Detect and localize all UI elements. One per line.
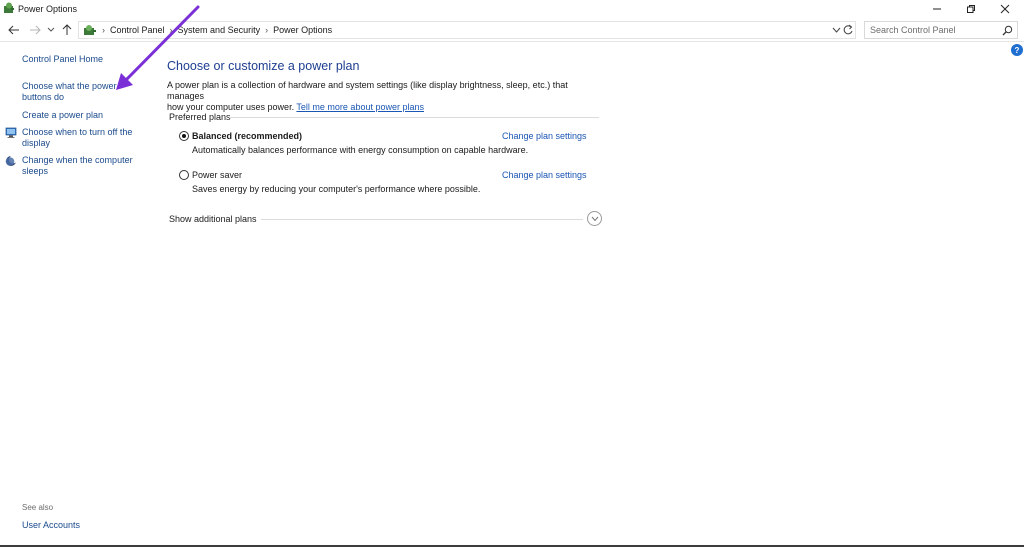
minimize-button[interactable]: [920, 0, 954, 17]
balanced-plan-description: Automatically balances performance with …: [192, 145, 529, 155]
up-button[interactable]: [60, 23, 74, 37]
nav-link-line: buttons do: [22, 92, 65, 102]
breadcrumb-power-options[interactable]: Power Options: [273, 25, 332, 35]
monitor-icon: [5, 127, 17, 138]
divider: [229, 117, 599, 118]
nav-link-line: display: [22, 138, 51, 148]
close-icon: [1000, 4, 1010, 13]
create-power-plan-link[interactable]: Create a power plan: [22, 110, 103, 121]
nav-link-line: Choose when to turn off the: [22, 127, 133, 137]
restore-icon: [967, 4, 975, 13]
search-box[interactable]: [864, 21, 1018, 39]
control-panel-icon: [84, 25, 96, 35]
nav-link-line: Create a power plan: [22, 110, 104, 120]
breadcrumb-separator: ›: [265, 25, 269, 35]
balanced-change-plan-settings-link[interactable]: Change plan settings: [502, 131, 587, 141]
user-accounts-link[interactable]: User Accounts: [22, 520, 80, 530]
arrow-right-icon: [30, 25, 41, 35]
title-bar: Power Options: [0, 0, 1024, 18]
arrow-left-icon: [8, 25, 19, 35]
page-title: Choose or customize a power plan: [167, 59, 360, 73]
address-row: › Control Panel › System and Security › …: [0, 18, 1024, 42]
nav-link-line: Change when the computer: [22, 155, 133, 165]
nav-link-line: sleeps: [22, 166, 49, 176]
description-text: how your computer uses power.: [167, 102, 295, 112]
chevron-down-icon: [47, 27, 55, 32]
window-title: Power Options: [18, 4, 78, 14]
description-line-2: how your computer uses power. Tell me mo…: [167, 102, 607, 113]
search-icon[interactable]: [1002, 25, 1013, 36]
power-saver-plan-description: Saves energy by reducing your computer's…: [192, 184, 481, 194]
recent-locations-button[interactable]: [46, 23, 56, 37]
restore-button[interactable]: [954, 0, 988, 17]
expand-additional-plans-button[interactable]: [587, 211, 602, 226]
tell-me-more-link[interactable]: Tell me more about power plans: [296, 102, 424, 112]
refresh-button[interactable]: [842, 23, 854, 39]
back-button[interactable]: [6, 23, 22, 37]
page-description: A power plan is a collection of hardware…: [167, 80, 607, 113]
close-button[interactable]: [988, 0, 1022, 17]
breadcrumb-control-panel[interactable]: Control Panel: [110, 25, 165, 35]
control-panel-home-link[interactable]: Control Panel Home: [22, 54, 103, 65]
breadcrumb-separator: ›: [102, 25, 105, 35]
divider: [261, 219, 583, 220]
moon-icon: [5, 155, 17, 166]
forward-button[interactable]: [28, 23, 42, 37]
power-saver-plan-name[interactable]: Power saver: [192, 170, 242, 180]
balanced-plan-radio[interactable]: [179, 131, 189, 141]
power-saver-change-plan-settings-link[interactable]: Change plan settings: [502, 170, 587, 180]
breadcrumb-system-and-security[interactable]: System and Security: [178, 25, 261, 35]
power-options-icon: [4, 2, 14, 13]
power-saver-plan-radio[interactable]: [179, 170, 189, 180]
choose-power-buttons-link[interactable]: Choose what the power buttons do: [22, 81, 117, 103]
address-dropdown-button[interactable]: [832, 24, 841, 38]
search-input[interactable]: [865, 22, 999, 38]
balanced-plan-name[interactable]: Balanced (recommended): [192, 131, 302, 141]
left-navigation: Control Panel Home Choose what the power…: [0, 43, 150, 547]
chevron-down-icon: [832, 27, 841, 33]
turn-off-display-link[interactable]: Choose when to turn off the display: [22, 127, 132, 149]
help-icon: ?: [1014, 45, 1020, 55]
computer-sleeps-link[interactable]: Change when the computer sleeps: [22, 155, 133, 177]
description-line: A power plan is a collection of hardware…: [167, 80, 568, 101]
preferred-plans-label: Preferred plans: [169, 112, 231, 122]
nav-link-line: Choose what the power: [22, 81, 117, 91]
address-bar[interactable]: › Control Panel › System and Security › …: [78, 21, 856, 39]
show-additional-plans-label[interactable]: Show additional plans: [169, 214, 257, 224]
breadcrumb-separator: ›: [169, 25, 173, 35]
chevron-down-icon: [591, 216, 598, 221]
arrow-up-icon: [62, 24, 72, 35]
refresh-icon: [843, 24, 853, 35]
see-also-label: See also: [22, 503, 54, 512]
minimize-icon: [933, 8, 941, 9]
help-button[interactable]: ?: [1011, 44, 1023, 56]
